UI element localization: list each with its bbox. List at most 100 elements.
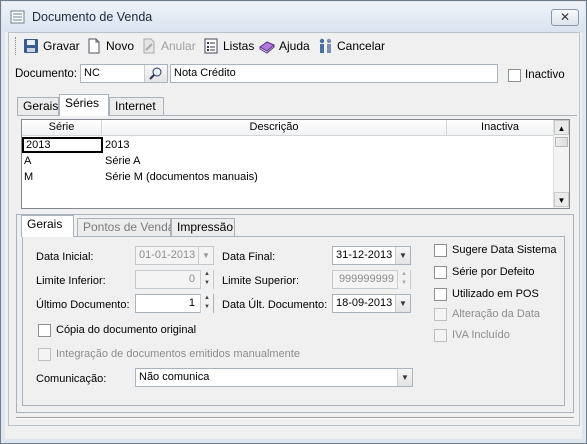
subtab-gerais-label: Gerais: [27, 217, 63, 231]
integracao-label: Integração de documentos emitidos manual…: [56, 348, 300, 360]
toolbar: Gravar Novo Anular Listas Ajuda Cancelar: [9, 33, 579, 59]
spin-up-icon[interactable]: ▲: [201, 294, 213, 303]
data-inicial-label: Data Inicial:: [36, 251, 94, 263]
subtab-impressao[interactable]: Impressão: [171, 218, 235, 236]
tab-gerais[interactable]: Gerais: [17, 97, 59, 115]
spin-down-icon[interactable]: ▼: [398, 279, 410, 288]
new-document-icon: [88, 38, 100, 54]
scroll-thumb[interactable]: [555, 137, 568, 147]
integracao-checkbox[interactable]: [38, 348, 51, 361]
inactive-checkbox[interactable]: [508, 69, 521, 82]
help-book-icon: [259, 41, 275, 54]
table-row[interactable]: M Série M (documentos manuais): [22, 169, 554, 185]
column-header-inactiva[interactable]: Inactiva: [447, 120, 554, 136]
cell-descricao[interactable]: 2013: [103, 137, 447, 153]
subtab-gerais[interactable]: Gerais: [21, 215, 74, 237]
cell-inactiva[interactable]: [447, 169, 554, 185]
sugere-data-checkbox[interactable]: [434, 244, 447, 257]
void-document-icon: [143, 38, 155, 54]
tab-internet-label: Internet: [115, 99, 156, 113]
new-label: Novo: [106, 39, 135, 53]
scroll-down-icon[interactable]: ▼: [554, 192, 569, 207]
data-final-dropdown-icon[interactable]: ▼: [395, 247, 410, 264]
data-ult-documento-dropdown-icon[interactable]: ▼: [395, 295, 410, 312]
iva-incluido-checkbox[interactable]: [434, 329, 447, 342]
subtab-impressao-label: Impressão: [177, 220, 234, 234]
cell-serie[interactable]: 2013: [22, 137, 103, 153]
ultimo-documento-label: Último Documento:: [36, 299, 130, 311]
tab-internet[interactable]: Internet: [109, 97, 164, 115]
serie-defeito-label: Série por Defeito: [452, 266, 535, 278]
spin-up-icon[interactable]: ▲: [398, 270, 410, 279]
data-inicial-value: 01-01-2013: [139, 249, 196, 261]
document-lookup-button[interactable]: [144, 65, 167, 82]
cell-inactiva[interactable]: [447, 137, 554, 153]
limite-inferior-spinner[interactable]: ▲ ▼: [200, 270, 213, 289]
close-button[interactable]: ✕: [551, 9, 579, 26]
table-row[interactable]: A Série A: [22, 153, 554, 169]
floppy-disk-icon: [24, 39, 38, 53]
cancel-document-button[interactable]: Anular: [141, 36, 199, 56]
help-button[interactable]: Ajuda: [259, 36, 315, 56]
new-button[interactable]: Novo: [86, 36, 134, 56]
subtab-pontos-venda-label: Pontos de Venda: [83, 220, 175, 234]
limite-inferior-value: 0: [188, 273, 195, 285]
data-ult-documento-value: 18-09-2013: [336, 297, 393, 309]
tab-series-label: Séries: [65, 96, 100, 110]
help-label: Ajuda: [279, 39, 310, 53]
bottom-divider: [16, 417, 574, 419]
cell-descricao[interactable]: Série A: [103, 153, 447, 169]
save-button[interactable]: Gravar: [23, 36, 81, 56]
lists-button[interactable]: Listas: [203, 36, 259, 56]
search-icon: [149, 67, 162, 80]
tab-series[interactable]: Séries: [59, 94, 109, 116]
ultimo-documento-value: 1: [188, 297, 195, 309]
alteracao-data-checkbox[interactable]: [434, 308, 447, 321]
document-description-input[interactable]: Nota Crédito: [170, 64, 498, 83]
series-table-header: Série Descrição Inactiva: [22, 120, 554, 136]
data-inicial-dropdown-icon[interactable]: ▼: [198, 247, 213, 264]
cancel-document-label: Anular: [161, 39, 196, 53]
document-window: Documento de Venda ✕ Gravar Novo Anular …: [0, 0, 587, 444]
cancel-label: Cancelar: [337, 39, 386, 53]
limite-superior-spinner[interactable]: ▲ ▼: [397, 270, 410, 289]
ultimo-documento-spinner[interactable]: ▲ ▼: [200, 294, 213, 313]
column-header-descricao[interactable]: Descrição: [102, 120, 447, 136]
scroll-up-icon[interactable]: ▲: [554, 120, 569, 135]
document-code-value: NC: [84, 67, 100, 79]
comunicacao-label: Comunicação:: [36, 373, 107, 385]
cell-serie[interactable]: A: [22, 153, 103, 169]
comunicacao-value: Não comunica: [139, 371, 210, 383]
table-row[interactable]: 2013 2013: [22, 137, 554, 153]
document-label: Documento:: [15, 68, 78, 80]
spin-down-icon[interactable]: ▼: [201, 303, 213, 312]
alteracao-data-label: Alteração da Data: [452, 308, 541, 320]
cell-inactiva[interactable]: [447, 153, 554, 169]
column-header-serie[interactable]: Série: [22, 120, 102, 136]
table-scrollbar[interactable]: ▲ ▼: [553, 120, 569, 208]
cancel-button[interactable]: Cancelar: [317, 36, 387, 56]
comunicacao-dropdown-icon[interactable]: ▼: [397, 369, 412, 386]
toolbar-grip: [15, 37, 17, 55]
cell-serie[interactable]: M: [22, 169, 103, 185]
data-final-value: 31-12-2013: [336, 249, 393, 261]
data-ult-documento-label: Data Últ. Documento:: [222, 299, 328, 311]
subtab-pontos-venda[interactable]: Pontos de Venda: [77, 218, 175, 236]
inactive-label: Inactivo: [525, 69, 565, 81]
utilizado-pos-label: Utilizado em POS: [452, 288, 539, 300]
series-table: Série Descrição Inactiva 2013 2013 A Sér…: [21, 119, 570, 209]
copia-checkbox[interactable]: [38, 324, 51, 337]
sub-tabs: Gerais Pontos de Venda Impressão: [21, 215, 561, 237]
sugere-data-label: Sugere Data Sistema: [452, 244, 557, 256]
spin-down-icon[interactable]: ▼: [201, 279, 213, 288]
tab-gerais-label: Gerais: [23, 99, 59, 113]
spin-up-icon[interactable]: ▲: [201, 270, 213, 279]
utilizado-pos-checkbox[interactable]: [434, 288, 447, 301]
cell-descricao[interactable]: Série M (documentos manuais): [103, 169, 447, 185]
comunicacao-select[interactable]: Não comunica: [135, 368, 413, 387]
general-settings-panel: Data Inicial: 01-01-2013 ▼ Limite Inferi…: [22, 236, 565, 406]
limite-superior-label: Limite Superior:: [222, 275, 300, 287]
limite-inferior-label: Limite Inferior:: [36, 275, 106, 287]
lists-label: Listas: [223, 39, 255, 53]
serie-defeito-checkbox[interactable]: [434, 266, 447, 279]
